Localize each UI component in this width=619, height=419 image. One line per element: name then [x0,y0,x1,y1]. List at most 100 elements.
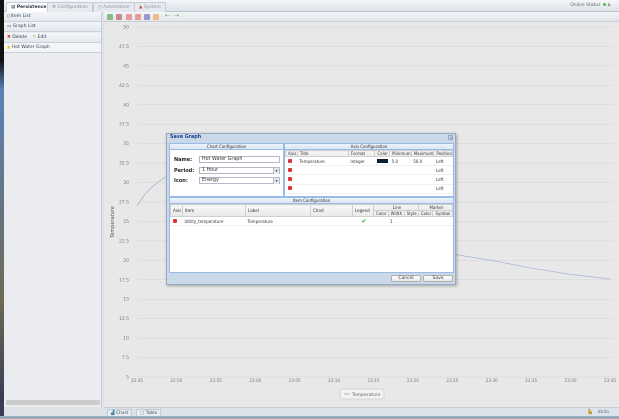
cancel-button[interactable]: Cancel [391,275,421,282]
y-tick-label: 22.5 [119,238,129,244]
y-tick-label: 25 [123,219,129,225]
name-field[interactable]: Hot Water Graph [199,156,280,163]
axis-table: Axis Title Format Color Minimum Maximum Positi… [285,150,453,194]
x-tick-label: 22:55 [210,378,222,383]
column-header: Axis [285,150,298,157]
sidebar: ▯ Item List ▭ Graph List ✖ Delete ✎ Edit… [4,12,102,407]
zoom-out-icon[interactable] [116,14,122,20]
column-header: Color [373,210,389,217]
arrow-right-icon[interactable]: ⇢ [174,12,180,19]
remove-icon[interactable] [287,167,292,172]
y-tick-label: 20 [123,258,129,264]
column-header: Width [387,210,405,217]
y-tick-label: 40 [123,102,129,108]
table-row[interactable]: Left [285,184,453,194]
y-tick-label: 27.5 [119,200,129,206]
top-tab-bar: ▤ Persistence ⚙ Configuration ◷ Automati… [4,0,619,12]
table-row[interactable]: Left [285,174,453,185]
y-axis-label: Temperature [110,206,116,239]
tab-system[interactable]: ▲ System [134,2,166,12]
save-graph-dialog: Save Graph × Chart Configuration Name: H… [166,133,456,285]
user-icon[interactable]: ♟ [607,3,611,8]
dialog-title: Save Graph [170,135,202,140]
y-tick-label: 15 [123,297,129,303]
item-configuration-panel: Item Configuration Axis Item Label Chart Leg… [169,197,454,273]
column-header: Legend [352,204,374,217]
calendar-icon[interactable] [144,14,150,20]
icon-select[interactable]: Energy ▾ [199,177,280,184]
color-swatch[interactable] [376,158,388,163]
x-tick-label: 23:45 [604,378,616,383]
column-header: Maximum [410,150,435,157]
x-tick-label: 23:20 [407,378,419,383]
remove-icon[interactable] [172,218,177,223]
period-select[interactable]: 1 Hour ▾ [199,167,280,174]
database-icon: ▙ [588,410,594,415]
calendar-icon[interactable] [153,14,159,20]
y-tick-label: 45 [123,63,129,69]
close-button[interactable]: × [448,135,453,141]
icon-label: Icon: [174,178,188,184]
tab-configuration[interactable]: ⚙ Configuration [47,2,93,12]
y-tick-label: 17.5 [119,277,129,283]
column-header: Chart [310,204,353,217]
online-status: Online Status ♟ [570,3,611,8]
table-row[interactable]: Left [285,165,453,176]
status-text: ▙ db4o [588,410,609,415]
x-tick-label: 23:15 [367,378,379,383]
chart-toolbar: ⇠ ⇢ [104,12,619,22]
y-tick-label: 12.5 [119,316,129,322]
x-tick-label: 22:50 [170,378,182,383]
y-tick-label: 10 [123,336,129,342]
y-tick-label: 32.5 [119,161,129,167]
calendar-icon[interactable] [135,14,141,20]
zoom-in-icon[interactable] [107,14,113,20]
chevron-down-icon[interactable]: ▾ [273,178,279,184]
panel-header: Chart Configuration [170,144,283,150]
chevron-down-icon[interactable]: ▾ [273,168,279,174]
x-tick-label: 23:35 [525,378,537,383]
column-header: Color [417,210,434,217]
remove-icon[interactable] [287,186,292,191]
table-row[interactable]: Temperature Integer 5.0 50.0 Left [285,156,453,167]
y-tick-label: 47.5 [119,44,129,50]
view-tab-bar: ▟ Chart ▢ Table ▙ db4o [104,407,619,417]
x-tick-label: 23:00 [249,378,261,383]
tab-persistence[interactable]: ▤ Persistence [6,2,52,12]
status-dot-icon [602,3,606,6]
graph-list-item[interactable]: ▲ Hot Water Graph [4,43,101,53]
edit-button[interactable]: ✎ Edit [32,35,46,40]
legend[interactable]: Temperature [339,388,385,400]
column-header: Axis [170,204,183,217]
column-header: Label [245,204,311,217]
column-header: Style [403,210,419,217]
y-tick-label: 5 [126,375,129,381]
sidebar-item-item-list[interactable]: ▯ Item List [4,12,101,22]
remove-icon[interactable] [287,158,292,163]
name-label: Name: [174,157,193,163]
table-row[interactable]: Utility_temperature Temperature ✔ 1 [170,216,453,227]
tab-automation[interactable]: ◷ Automation [93,2,135,12]
y-tick-label: 50 [123,25,129,31]
arrow-left-icon[interactable]: ⇠ [165,12,171,19]
y-tick-label: 30 [123,180,129,186]
column-header: Symbol [432,210,453,217]
x-tick-label: 22:45 [131,378,143,383]
sidebar-item-graph-list[interactable]: ▭ Graph List [4,22,101,32]
y-tick-label: 35 [123,141,129,147]
checkmark-icon[interactable]: ✔ [352,216,374,227]
horizontal-scrollbar[interactable] [6,400,100,405]
x-tick-label: 23:05 [289,378,301,383]
item-table: Axis Item Label Chart Legend Line Marker Color… [170,204,454,227]
remove-icon[interactable] [287,176,292,181]
column-header: Item [182,204,246,217]
x-tick-label: 23:25 [446,378,458,383]
legend-label: Temperature [351,392,381,398]
x-tick-label: 23:40 [565,378,577,383]
delete-button[interactable]: ✖ Delete [7,35,27,40]
y-tick-label: 37.5 [119,122,129,128]
y-tick-label: 42.5 [119,83,129,89]
save-button[interactable]: Save [423,275,453,282]
graph-actions-toolbar: ✖ Delete ✎ Edit [4,33,101,43]
calendar-icon[interactable] [126,14,132,20]
